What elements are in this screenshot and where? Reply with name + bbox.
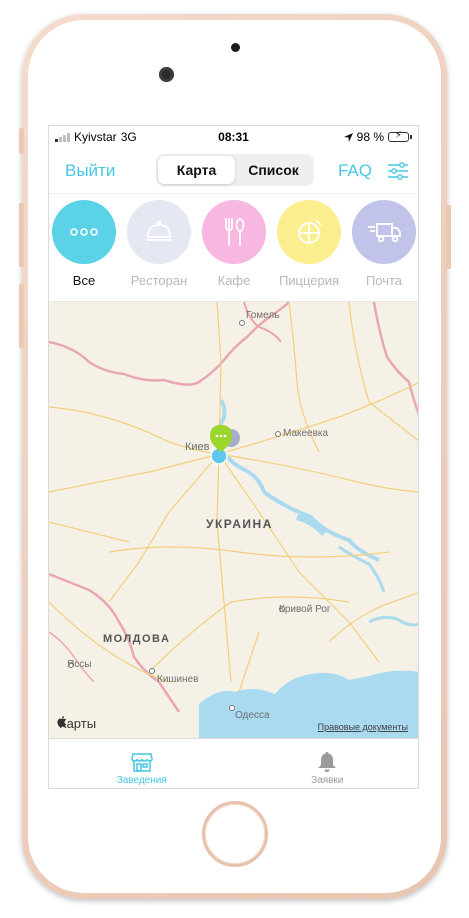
cloche-icon bbox=[127, 200, 191, 264]
maps-attribution: Карты bbox=[57, 716, 96, 731]
category-label: Почта bbox=[365, 273, 403, 288]
map-label-odessa: Одесса bbox=[235, 710, 270, 721]
front-camera bbox=[159, 67, 174, 82]
app-screen: Kyivstar 3G 08:31 98 % ⚡ Выйти Карта Спи… bbox=[48, 125, 419, 789]
pizza-icon bbox=[277, 200, 341, 264]
map-label-moldova: МОЛДОВА bbox=[103, 633, 171, 645]
battery-icon: ⚡ bbox=[388, 130, 412, 142]
volume-down-button bbox=[19, 284, 24, 348]
proximity-sensor bbox=[231, 43, 240, 52]
view-segmented-control: Карта Список bbox=[156, 154, 314, 186]
category-label: Ресторан bbox=[130, 273, 188, 288]
delivery-truck-icon bbox=[352, 200, 416, 264]
bell-icon bbox=[318, 752, 337, 772]
logout-button[interactable]: Выйти bbox=[65, 161, 115, 181]
map-view[interactable]: Гомель Киев Макеевка УКРАИНА Кривой Рог … bbox=[49, 302, 418, 740]
map-label-chisinau: Кишинев bbox=[157, 674, 199, 685]
store-icon bbox=[130, 753, 153, 772]
map-label-gomel: Гомель bbox=[246, 310, 280, 321]
tab-requests[interactable]: Заявки bbox=[235, 739, 419, 788]
dots-icon bbox=[52, 200, 116, 264]
tab-venues[interactable]: Заведения bbox=[49, 739, 235, 788]
map-label-ukraine: УКРАИНА bbox=[206, 517, 273, 531]
category-label: Кафе bbox=[217, 273, 251, 288]
category-label: Все bbox=[72, 273, 96, 288]
pin-green[interactable] bbox=[210, 425, 232, 452]
category-restaurant[interactable]: Ресторан bbox=[127, 200, 191, 301]
category-post[interactable]: Почта bbox=[352, 200, 416, 301]
faq-button[interactable]: FAQ bbox=[338, 161, 372, 181]
nav-bar: Выйти Карта Список FAQ bbox=[49, 148, 418, 194]
power-button bbox=[446, 205, 451, 269]
mute-switch bbox=[19, 128, 24, 154]
legal-link[interactable]: Правовые документы bbox=[318, 722, 408, 732]
sliders-icon[interactable] bbox=[388, 161, 408, 180]
map-pins bbox=[210, 425, 240, 465]
volume-up-button bbox=[19, 203, 24, 267]
location-arrow-icon bbox=[343, 132, 353, 142]
segment-list[interactable]: Список bbox=[235, 156, 312, 184]
tab-bar: Заведения Заявки bbox=[49, 738, 419, 788]
map-label-krivoy-rog: Кривой Рог bbox=[279, 604, 331, 615]
category-label: Пиццерия bbox=[278, 273, 340, 288]
map-label-makeevka: Макеевка bbox=[283, 428, 329, 439]
carrier-name: Kyivstar bbox=[74, 130, 117, 144]
signal-icon bbox=[55, 132, 70, 142]
cutlery-icon bbox=[202, 200, 266, 264]
segment-map[interactable]: Карта bbox=[158, 156, 235, 184]
category-bar: Все Ресторан Кафе Пиццерия Почта bbox=[49, 194, 418, 302]
tab-label: Заведения bbox=[116, 775, 167, 786]
network-type: 3G bbox=[120, 130, 137, 144]
home-button[interactable] bbox=[202, 801, 268, 867]
map-label-iasi: Яссы bbox=[67, 659, 92, 670]
tab-label: Заявки bbox=[311, 775, 344, 786]
category-pizzeria[interactable]: Пиццерия bbox=[277, 200, 341, 301]
status-bar: Kyivstar 3G 08:31 98 % ⚡ bbox=[49, 126, 418, 148]
map-label-kiev: Киев bbox=[185, 441, 210, 453]
category-cafe[interactable]: Кафе bbox=[202, 200, 266, 301]
category-all[interactable]: Все bbox=[52, 200, 116, 301]
battery-percent: 98 % bbox=[356, 130, 384, 144]
